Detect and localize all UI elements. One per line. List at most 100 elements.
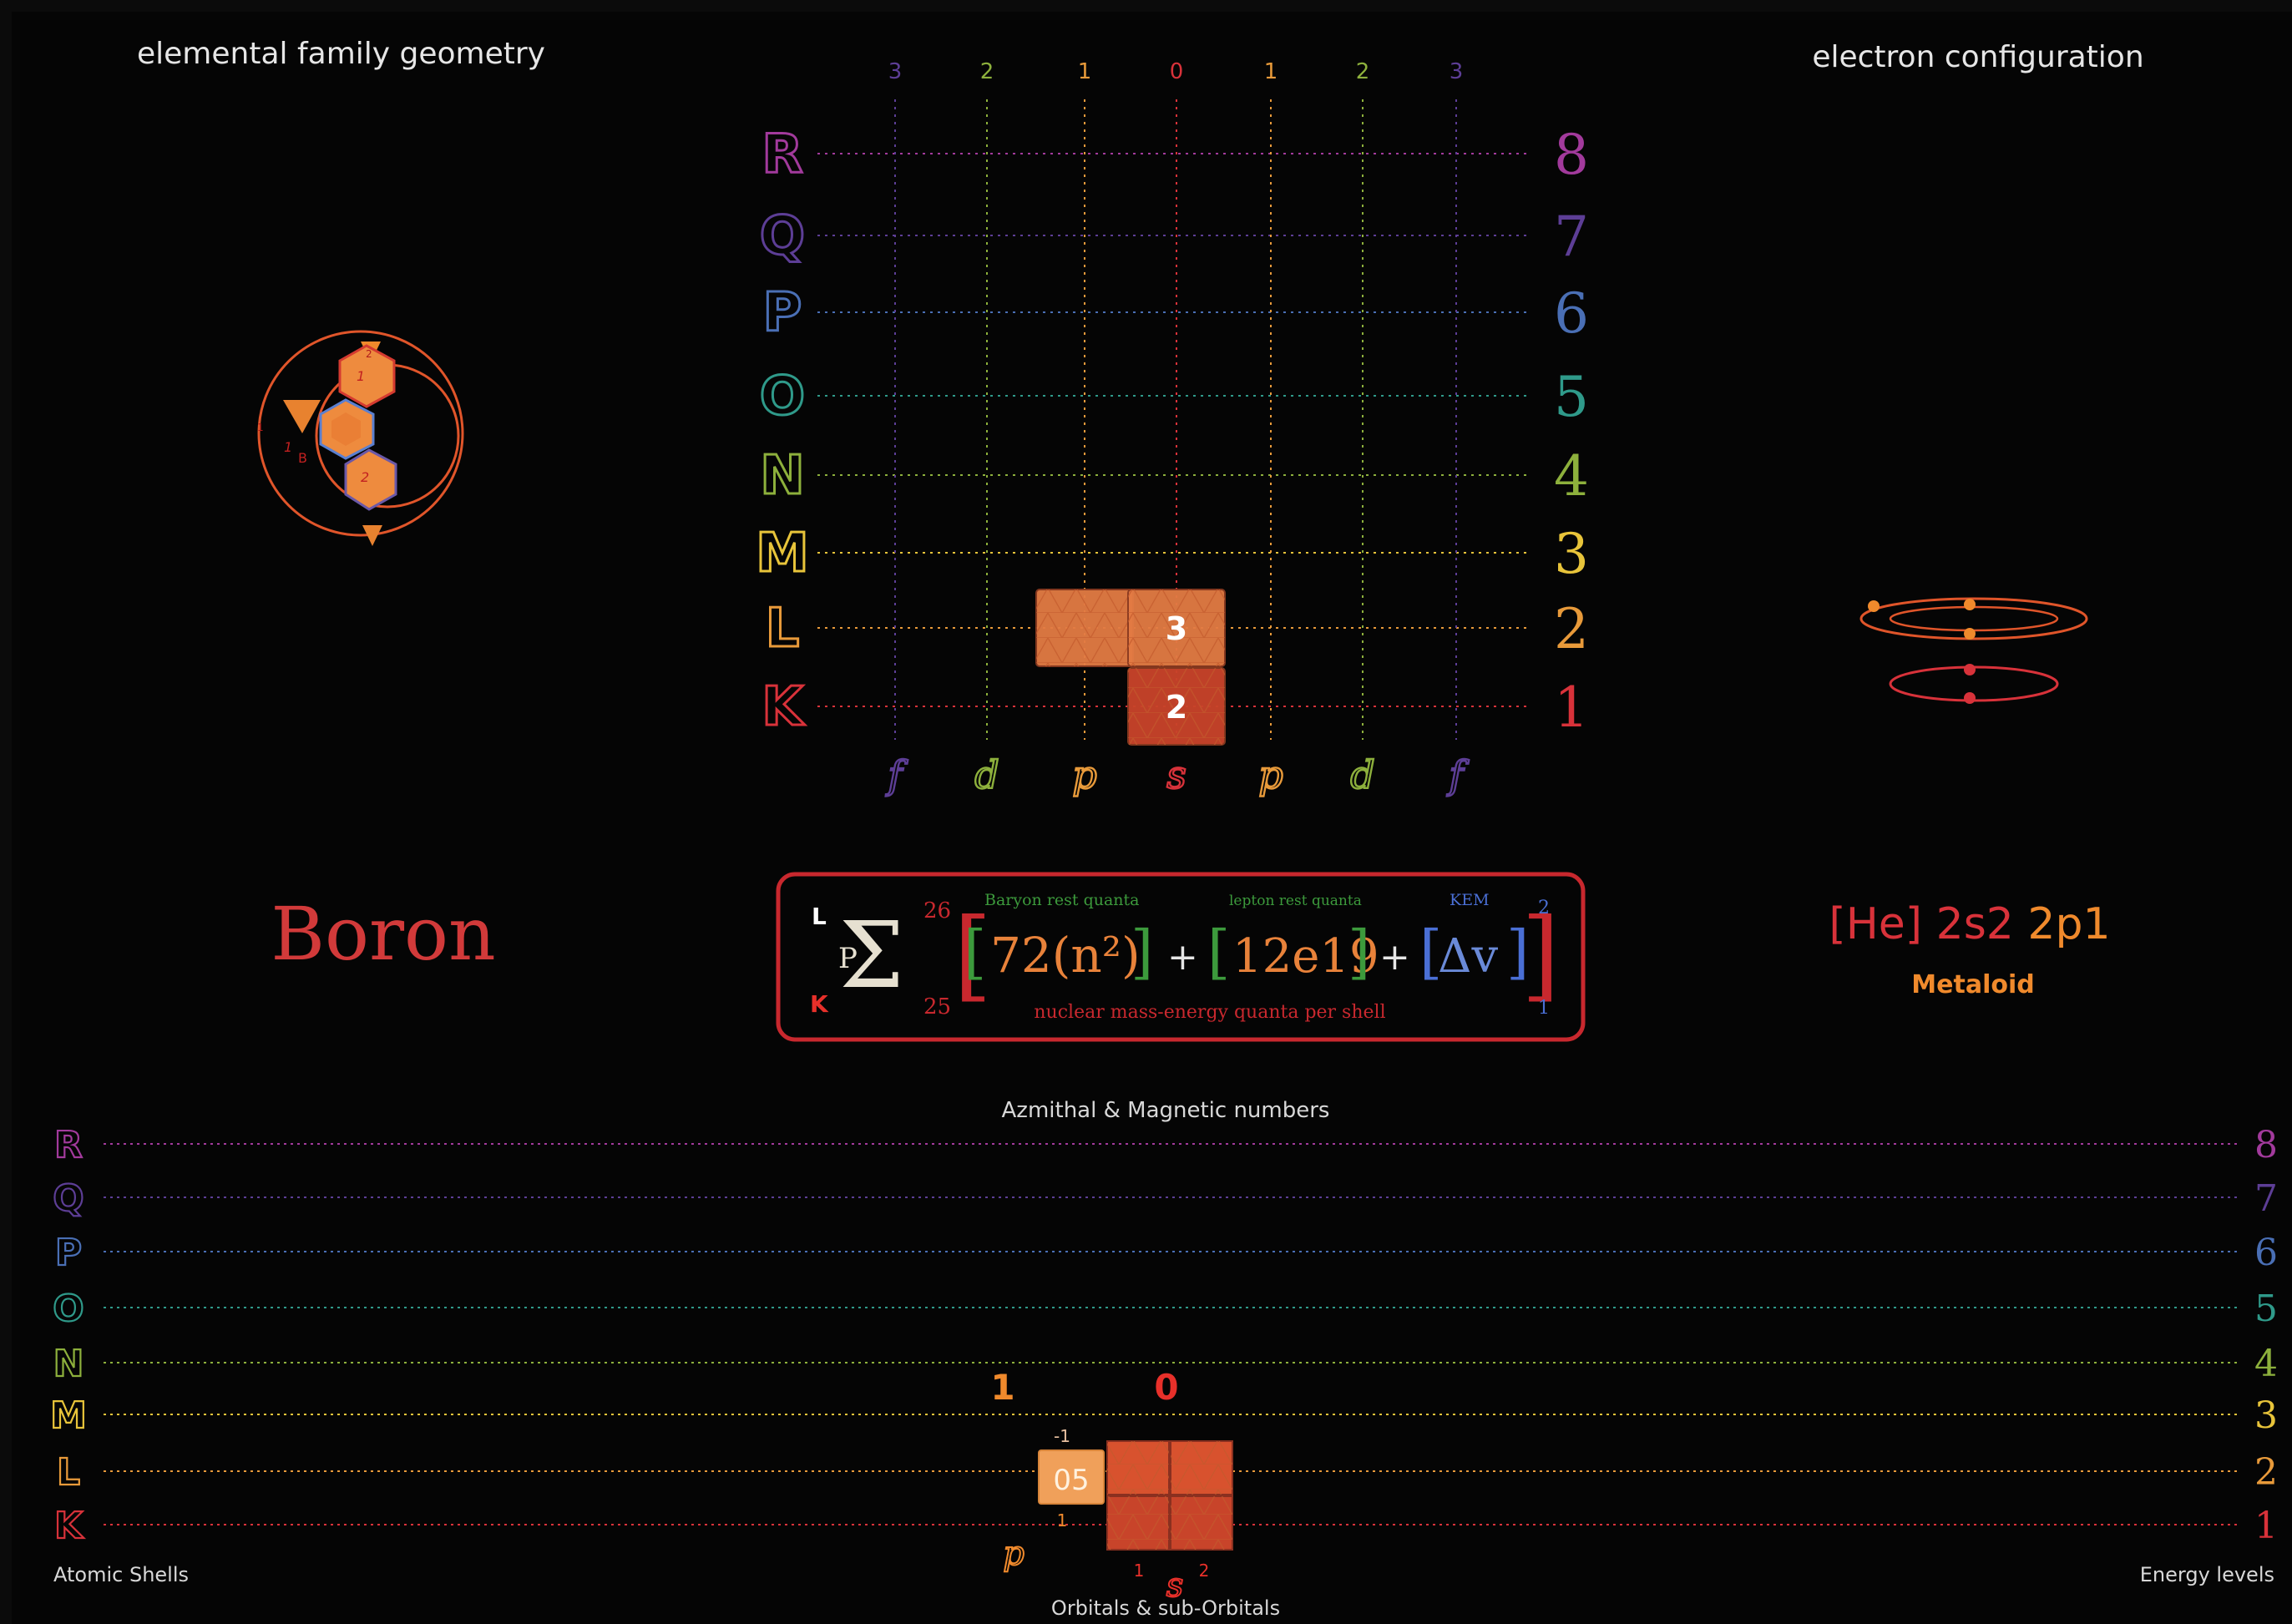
magnetic-pos: 1	[1057, 1510, 1068, 1530]
bottom-shell-letter-L: L	[57, 1451, 80, 1494]
azimuthal-number-p: 1	[990, 1367, 1014, 1408]
shell-letter-K: K	[761, 676, 805, 738]
configuration-title: electron configuration	[1812, 40, 2143, 74]
occupied-cell-pattern-0	[1036, 589, 1133, 666]
orbital-letter-0: f	[885, 752, 908, 797]
orbital-letter-3: s	[1166, 752, 1186, 797]
orbital-letter-2: p	[1072, 752, 1096, 797]
top-number-3: 0	[1170, 59, 1184, 84]
geometry-label-top: 2	[366, 348, 372, 360]
term-baryon: 72(n²)	[990, 927, 1141, 984]
configuration-s-part: [He] 2s2	[1829, 899, 2013, 949]
energy-levels-label: Energy levels	[2140, 1563, 2274, 1586]
bottom-shell-letter-R: R	[54, 1124, 83, 1166]
azimuthal-title: Azmithal & Magnetic numbers	[1002, 1098, 1330, 1123]
geometry-label-2: 1	[284, 439, 292, 455]
orbital-grid: R 8 Q 7 P 6 O 5 N 4 M 3 L 2 K 1 3 f 2 d 1 p 0 s 1 p 2 d 3 f 3 2	[755, 59, 1589, 798]
energy-level-6: 6	[1554, 281, 1589, 346]
element-name: Boron	[271, 891, 495, 977]
boron-diagram: elemental family geometry electron confi…	[49, 37, 2278, 1620]
orbital-letter-1: d	[974, 752, 999, 797]
top-number-2: 1	[1078, 59, 1092, 84]
s-orbital-cell-pattern-1	[1171, 1441, 1232, 1495]
bottom-energy-level-3: 3	[2254, 1394, 2278, 1437]
geometry-label-1: 1	[357, 368, 365, 384]
atomic-shells-label: Atomic Shells	[53, 1563, 189, 1586]
shell-letter-O: O	[760, 366, 805, 428]
top-number-6: 3	[1450, 59, 1464, 84]
shell-letter-R: R	[761, 124, 802, 185]
energy-level-1: 1	[1554, 675, 1589, 740]
bottom-energy-level-6: 6	[2254, 1232, 2278, 1274]
term-kem: Δv	[1438, 929, 1498, 984]
bottom-energy-level-7: 7	[2254, 1177, 2278, 1220]
bracket-2-close: ]	[1348, 918, 1370, 986]
bracket-1-close: ]	[1131, 918, 1153, 986]
top-number-5: 2	[1356, 59, 1370, 84]
bottom-shell-letter-N: N	[53, 1343, 84, 1385]
bottom-energy-level-8: 8	[2254, 1124, 2278, 1166]
azimuthal-number-s: 0	[1154, 1367, 1178, 1408]
energy-level-3: 3	[1554, 522, 1589, 586]
bottom-shell-letter-Q: Q	[53, 1177, 83, 1220]
formula-upper-shell: L	[812, 903, 827, 930]
bottom-shell-letter-O: O	[53, 1288, 83, 1330]
shell-letter-M: M	[756, 523, 809, 584]
exponent-top: 2	[1538, 898, 1550, 918]
lepton-label: lepton rest quanta	[1229, 893, 1362, 909]
kem-label: KEM	[1450, 891, 1490, 909]
formula-lower: 25	[923, 994, 951, 1019]
bottom-shell-letter-M: M	[50, 1394, 87, 1437]
s-orbital-cell-pattern-2	[1107, 1496, 1169, 1550]
cell-label-K-s: 2	[1166, 689, 1187, 726]
electron-shell-rings	[1859, 597, 2088, 704]
s-orbital-cell-pattern-3	[1171, 1496, 1232, 1550]
energy-level-4: 4	[1554, 444, 1589, 508]
geometry-title: elemental family geometry	[137, 37, 545, 71]
element-category: Metaloid	[1911, 970, 2034, 999]
configuration-p-part: 2p1	[2014, 899, 2111, 949]
shell-letter-P: P	[763, 282, 802, 344]
orbital-letter-5: d	[1350, 752, 1374, 797]
orbitals-label: Orbitals & sub-Orbitals	[1051, 1596, 1280, 1620]
energy-level-7: 7	[1554, 205, 1589, 269]
bottom-shell-letter-K: K	[54, 1505, 84, 1547]
plus-2: +	[1379, 936, 1410, 979]
energy-level-chart: R 8Q 7P 6O 5N 4M 3L 2K 11 005-11ps1 2	[49, 1123, 2278, 1606]
formula-upper: 26	[923, 898, 951, 923]
energy-level-5: 5	[1554, 365, 1589, 429]
s-orbital-cell-pattern-0	[1107, 1441, 1169, 1495]
energy-level-8: 8	[1554, 123, 1589, 187]
mass-energy-formula: L K P Σ 26 25 [ Baryon rest quanta [ 72(…	[776, 872, 1586, 1042]
orbital-letter-4: p	[1258, 752, 1283, 797]
top-number-4: 1	[1264, 59, 1278, 84]
electron-configuration: [He] 2s2 2p1	[1829, 899, 2110, 949]
p-orbital-cell-label: 05	[1053, 1464, 1089, 1497]
orbital-letter-6: f	[1446, 752, 1469, 797]
magnetic-neg: -1	[1054, 1426, 1070, 1446]
bottom-p-label: p	[1003, 1535, 1025, 1573]
s-suborbital-1: 1	[1134, 1561, 1145, 1581]
bottom-energy-level-1: 1	[2254, 1505, 2278, 1547]
s-suborbital-2: 2	[1199, 1561, 1210, 1581]
top-number-0: 3	[888, 59, 903, 84]
geometry-label-B: B	[298, 450, 307, 466]
bracket-1-open: [	[964, 918, 986, 986]
top-number-1: 2	[980, 59, 994, 84]
geometry-label-left: 1	[257, 422, 264, 433]
formula-lower-shell: K	[810, 990, 829, 1018]
energy-level-2: 2	[1554, 597, 1589, 661]
formula-caption: nuclear mass-energy quanta per shell	[1034, 1002, 1385, 1023]
element-geometry-icon: 1 1 2 B 2 1	[257, 330, 464, 546]
shell-letter-L: L	[766, 598, 800, 660]
bottom-energy-level-5: 5	[2254, 1288, 2278, 1330]
baryon-label: Baryon rest quanta	[984, 891, 1140, 909]
sigma-symbol: Σ	[839, 902, 904, 1009]
cell-label-L-s: 3	[1166, 610, 1187, 647]
bracket-2-open: [	[1207, 918, 1230, 986]
bottom-energy-level-4: 4	[2254, 1343, 2278, 1385]
plus-1: +	[1167, 936, 1198, 979]
geometry-label-3: 2	[361, 469, 369, 485]
bottom-energy-level-2: 2	[2254, 1451, 2278, 1494]
exponent-bottom: 1	[1538, 998, 1550, 1019]
